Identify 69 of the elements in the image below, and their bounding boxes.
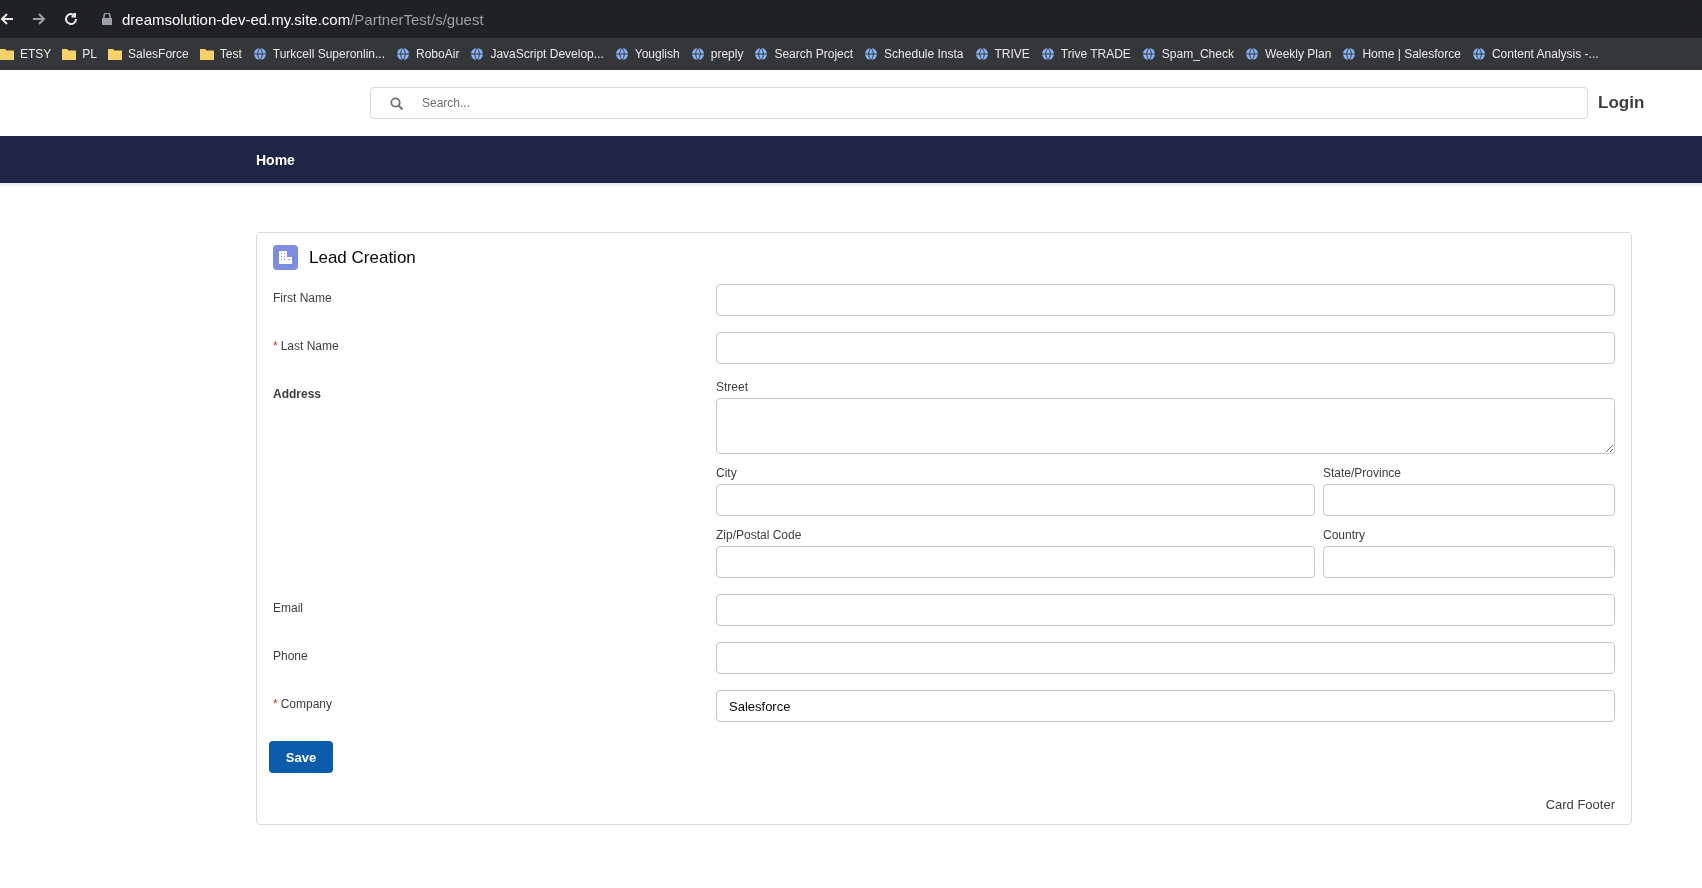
site-icon [974,47,989,61]
field-label: Zip/Postal Code [716,528,803,542]
text-area[interactable] [716,398,1615,454]
folder-icon [62,48,77,60]
bookmark[interactable]: RoboAir [393,47,468,61]
bookmark[interactable]: Turkcell Superonlin... [249,47,394,61]
site-icon [470,47,485,61]
bookmark[interactable]: Schedule Insta [861,47,972,61]
bookmark[interactable]: Test [196,47,250,61]
nav-link[interactable]: Home [256,151,295,168]
site-icon [252,47,267,61]
field-label: Phone [273,649,308,663]
bookmark[interactable]: Search Project [751,47,862,61]
url-text: dreamsolution-dev-ed.my.site.com/PartnerTest/s/guest [122,10,484,28]
bookmark[interactable]: ETSY [0,47,60,61]
field-label: Company [280,697,333,711]
field-label: State/Province [1323,466,1403,480]
lead-icon [273,245,298,270]
folder-icon [199,48,214,60]
forward-icon[interactable] [32,12,46,26]
bookmark[interactable]: SalesForce [105,47,197,61]
required-mark: * [273,697,278,711]
card-title: Lead Creation [309,247,416,268]
site-icon [1141,47,1156,61]
save-button[interactable]: Save [269,741,333,773]
required-mark: * [273,339,278,353]
folder-icon [0,48,14,60]
field-label: Last Name [280,339,339,353]
text-field[interactable] [716,484,1315,516]
text-field[interactable] [1323,546,1615,578]
login-link[interactable]: Login [1596,93,1647,113]
bookmark[interactable]: TRIVE [971,47,1038,61]
bookmark[interactable]: PL [59,47,106,61]
field-label: Address [273,387,322,401]
lock-icon [102,13,112,25]
site-icon [754,47,769,61]
back-icon[interactable] [0,12,14,26]
site-icon [1244,47,1259,61]
bookmark[interactable]: Trive TRADE [1037,47,1139,61]
site-icon [396,47,411,61]
bookmark[interactable]: preply [687,47,752,61]
bookmark[interactable]: Content Analysis -... [1468,47,1607,61]
bookmark[interactable]: Home | Salesforce [1339,47,1469,61]
site-icon [864,47,879,61]
site-icon [1040,47,1055,61]
folder-icon [108,48,123,60]
field-label: First Name [273,291,332,305]
site-icon [690,47,705,61]
search-field[interactable]: Search... [370,87,1588,119]
card-footer: Card Footer [1545,797,1615,812]
reload-icon[interactable] [64,12,78,26]
text-field[interactable] [716,642,1615,674]
text-field[interactable] [1323,484,1615,516]
site-icon [1471,47,1486,61]
bookmark[interactable]: Spam_Check [1138,47,1242,61]
field-label: City [716,466,738,480]
text-field[interactable] [716,332,1615,364]
field-label: Street [716,380,749,394]
site-icon [614,47,629,61]
text-field[interactable] [716,594,1615,626]
text-field[interactable] [716,546,1315,578]
bookmark[interactable]: Youglish [611,47,688,61]
text-field[interactable] [716,284,1615,316]
bookmark[interactable]: JavaScript Develop... [467,47,612,61]
site-icon [1342,47,1357,61]
bookmark[interactable]: Weekly Plan [1241,47,1340,61]
text-field[interactable]: Salesforce [716,690,1615,722]
field-label: Email [273,601,303,615]
field-label: Country [1323,528,1367,542]
